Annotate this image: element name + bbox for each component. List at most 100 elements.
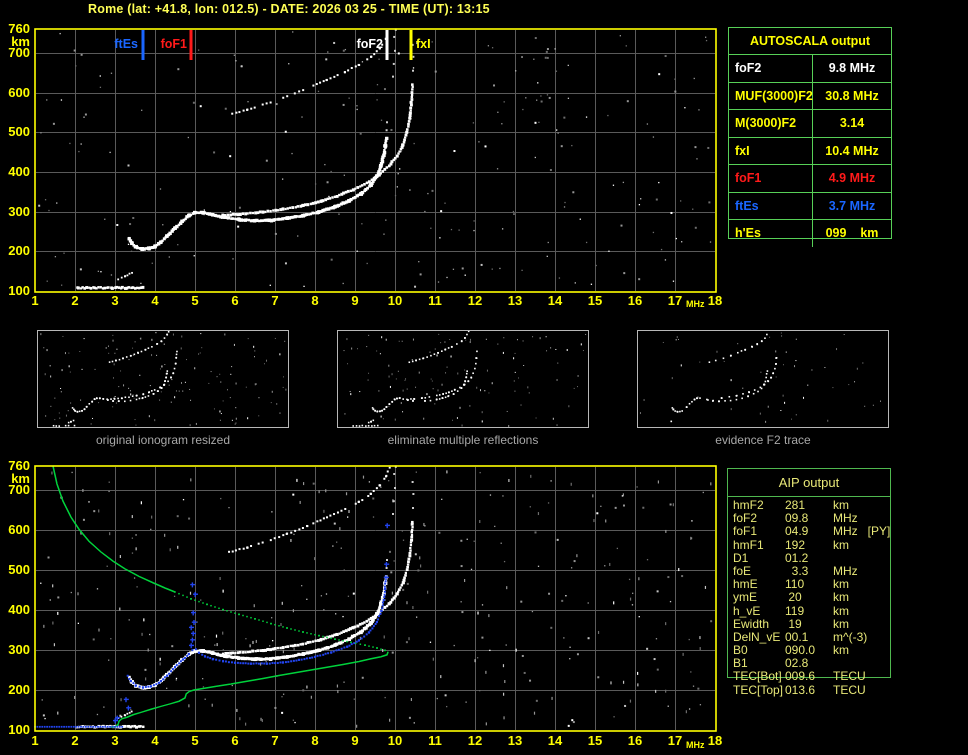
y-tick-label: 300 <box>8 642 30 657</box>
aip-row-label: hmF1 <box>733 537 764 552</box>
fof2-marker-label: foF2 <box>356 37 383 51</box>
aip-row-unit: MHz <box>833 511 858 526</box>
autoscala-row: M(3000)F2 3.14 <box>729 110 891 138</box>
x-tick-label: 17 <box>667 733 683 748</box>
x-tick-label: 1 <box>31 733 39 748</box>
bottom-ionogram-profile-canvas <box>34 465 717 732</box>
x-tick-label: 14 <box>547 293 563 308</box>
x-tick-label: 12 <box>467 733 483 748</box>
x-tick-label: 16 <box>627 293 643 308</box>
x-tick-label: 6 <box>231 293 239 308</box>
aip-row: TEC[Top] 013.6 TECU <box>727 682 907 697</box>
aip-row-label: foF1 <box>733 524 758 539</box>
aip-row: B0 090.0 km <box>727 643 907 658</box>
x-tick-label: 7 <box>271 733 279 748</box>
aip-row: TEC[Bot] 009.6 TECU <box>727 670 907 683</box>
aip-row: hmF1 192 km <box>727 537 907 552</box>
aip-row-value: 19 <box>785 616 802 631</box>
x-tick-label: 9 <box>351 733 359 748</box>
aip-row-unit: km <box>833 643 849 658</box>
autoscala-row: fxI 10.4 MHz <box>729 137 891 165</box>
autoscala-row-value: 099 km <box>825 226 879 240</box>
x-tick-label: 4 <box>151 293 159 308</box>
page-title: Rome (lat: +41.8, lon: 012.5) - DATE: 20… <box>88 2 490 16</box>
aip-row-value: 013.6 <box>785 682 816 697</box>
aip-row-unit: km <box>833 577 849 592</box>
aip-row-unit: km <box>833 537 849 552</box>
autoscala-row: ftEs 3.7 MHz <box>729 192 891 220</box>
x-tick-label: 11 <box>428 733 442 748</box>
fxi-marker-label: fxI <box>416 37 431 51</box>
autoscala-row-label: foF2 <box>729 55 813 82</box>
aip-row-unit: km <box>833 603 849 618</box>
x-tick-label: 5 <box>191 293 199 308</box>
aip-row-unit: MHz <box>833 563 858 578</box>
autoscala-screen: { "title": "Rome (lat: +41.8, lon: 012.5… <box>0 0 968 755</box>
x-tick-label: 18 <box>707 293 723 308</box>
autoscala-row-value: 4.9 MHz <box>828 171 876 185</box>
x-tick-label: 15 <box>587 293 603 308</box>
x-tick-label: 6 <box>231 733 239 748</box>
aip-row-value: 04.9 <box>785 524 809 539</box>
x-tick-label: 18 <box>707 733 723 748</box>
x-tick-label: 13 <box>507 293 523 308</box>
aip-row: D1 01.2 <box>727 550 907 565</box>
aip-row-label: h_vE <box>733 603 761 618</box>
autoscala-row-label: M(3000)F2 <box>729 110 813 137</box>
aip-row-unit: m^(-3) <box>833 629 868 644</box>
aip-row-label: TEC[Top] <box>733 682 784 697</box>
x-tick-label: 15 <box>587 733 603 748</box>
aip-row-value: 20 <box>785 590 802 605</box>
aip-row-label: D1 <box>733 550 749 565</box>
aip-row-unit: MHz [PY] <box>833 524 891 539</box>
aip-row-unit: TECU <box>833 682 866 697</box>
y-tick-label: 400 <box>8 163 30 179</box>
x-tick-label: 17 <box>667 293 683 308</box>
fof1-marker-label: foF1 <box>160 37 187 51</box>
y-tick-label: 600 <box>8 522 30 537</box>
thumbnail-original-ionogram <box>37 330 289 428</box>
autoscala-row-label: fxI <box>729 137 813 164</box>
thumbnail-original-canvas <box>38 331 288 427</box>
aip-row: foF1 04.9 MHz [PY] <box>727 525 907 538</box>
x-tick-label: 13 <box>507 733 523 748</box>
autoscala-table-rows: foF2 9.8 MHz MUF(3000)F2 30.8 MHz M(3000)F2 3… <box>729 55 891 247</box>
x-tick-label: 9 <box>351 293 359 308</box>
x-tick-label: 5 <box>191 733 199 748</box>
autoscala-output-table: AUTOSCALA output foF2 9.8 MHz MUF(3000)F2 3… <box>728 27 892 247</box>
thumbnail-reflections-canvas <box>338 331 588 427</box>
thumbnail-caption-3: evidence F2 trace <box>715 433 811 447</box>
x-tick-label: 7 <box>271 293 279 308</box>
y-tick-label: 500 <box>8 124 30 140</box>
bottom-x-axis-unit-label: MHz <box>686 740 705 750</box>
autoscala-row-label: h'Es <box>729 220 813 247</box>
x-tick-label: 12 <box>467 293 483 308</box>
aip-row-unit: km <box>833 498 849 512</box>
y-tick-label: 600 <box>8 84 30 100</box>
y-tick-label: 400 <box>8 602 30 617</box>
aip-row-value: 119 <box>785 603 805 618</box>
x-tick-label: 8 <box>311 733 319 748</box>
x-tick-label: 3 <box>111 293 119 308</box>
autoscala-row: foF1 4.9 MHz <box>729 165 891 193</box>
x-tick-label: 2 <box>71 733 79 748</box>
autoscala-row-label: foF1 <box>729 165 813 192</box>
aip-row-label: TEC[Bot] <box>733 669 782 684</box>
x-tick-label: 8 <box>311 293 319 308</box>
x-tick-label: 3 <box>111 733 119 748</box>
thumbnail-multiple-reflections <box>337 330 589 428</box>
autoscala-row-label: MUF(3000)F2 <box>729 82 813 109</box>
aip-row: ymE 20 km <box>727 591 907 604</box>
aip-row-unit: km <box>833 590 849 605</box>
autoscala-row-value: 3.14 <box>839 116 865 130</box>
aip-row-value: 192 <box>785 537 806 552</box>
aip-row-value: 009.6 <box>785 669 816 684</box>
x-tick-label: 16 <box>627 733 643 748</box>
aip-row-value: 01.2 <box>785 550 809 565</box>
thumbnail-caption-2: eliminate multiple reflections <box>387 433 539 447</box>
thumbnail-f2-trace <box>637 330 889 428</box>
aip-table-rows: hmF2 281 km foF2 09.8 MHz foF1 04.9 MHz [PY] hmF1… <box>727 498 907 697</box>
aip-row: DelN_vE 00.1 m^(-3) <box>727 629 907 644</box>
thumbnail-caption-1: original ionogram resized <box>95 433 231 447</box>
aip-row-unit: km <box>833 616 849 631</box>
